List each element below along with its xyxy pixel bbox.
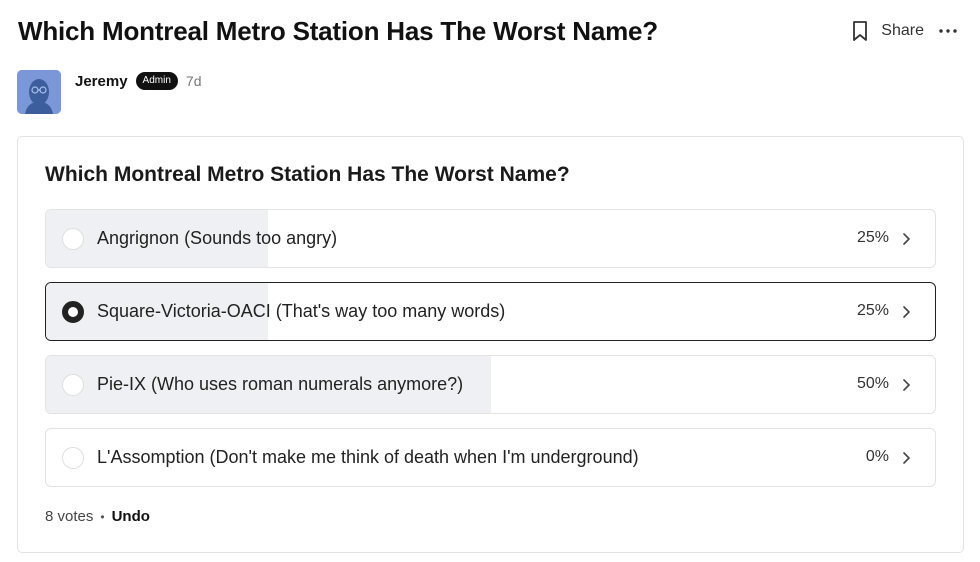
post-actions: Share	[851, 20, 958, 42]
option-label: Angrignon (Sounds too angry)	[97, 228, 338, 248]
undo-vote-button[interactable]: Undo	[112, 508, 150, 525]
chevron-right-icon	[903, 379, 910, 391]
option-percent: 25%	[856, 302, 889, 319]
more-horizontal-icon	[939, 29, 957, 33]
poll-option[interactable]: Square-Victoria-OACI (That's way too man…	[45, 282, 936, 341]
chevron-right-icon	[903, 306, 910, 318]
option-percent: 0%	[865, 448, 889, 465]
option-radio[interactable]	[62, 301, 84, 323]
bookmark-icon	[853, 21, 868, 41]
option-label: Pie-IX (Who uses roman numerals anymore?…	[97, 374, 464, 394]
author-row: Jeremy Admin 7d	[17, 70, 201, 114]
option-radio[interactable]	[62, 447, 84, 469]
poll-option[interactable]: L'Assomption (Don't make me think of dea…	[45, 428, 936, 487]
option-radio[interactable]	[62, 228, 84, 250]
bookmark-button[interactable]	[851, 20, 869, 42]
avatar[interactable]	[17, 70, 61, 114]
more-options-button[interactable]	[938, 28, 958, 34]
poll-option[interactable]: Angrignon (Sounds too angry) 25%	[45, 209, 936, 268]
post-title: Which Montreal Metro Station Has The Wor…	[18, 16, 658, 46]
option-percent: 50%	[856, 375, 889, 392]
vote-count: 8 votes	[45, 508, 94, 525]
option-label: L'Assomption (Don't make me think of dea…	[97, 447, 639, 467]
share-button[interactable]: Share	[881, 22, 924, 40]
author-meta: Jeremy Admin 7d	[75, 72, 201, 90]
author-name[interactable]: Jeremy	[75, 73, 128, 90]
poll-option[interactable]: Pie-IX (Who uses roman numerals anymore?…	[45, 355, 936, 414]
separator-dot: •	[100, 509, 105, 524]
option-label: Square-Victoria-OACI (That's way too man…	[97, 301, 506, 321]
option-percent: 25%	[856, 229, 889, 246]
chevron-right-icon	[903, 452, 910, 464]
poll-card: Which Montreal Metro Station Has The Wor…	[17, 136, 964, 553]
post-age: 7d	[185, 73, 202, 89]
poll-question: Which Montreal Metro Station Has The Wor…	[45, 163, 570, 186]
poll-footer: 8 votes • Undo	[45, 508, 150, 525]
avatar-person-icon	[17, 70, 61, 114]
admin-badge: Admin	[135, 72, 178, 90]
chevron-right-icon	[903, 233, 910, 245]
option-radio[interactable]	[62, 374, 84, 396]
